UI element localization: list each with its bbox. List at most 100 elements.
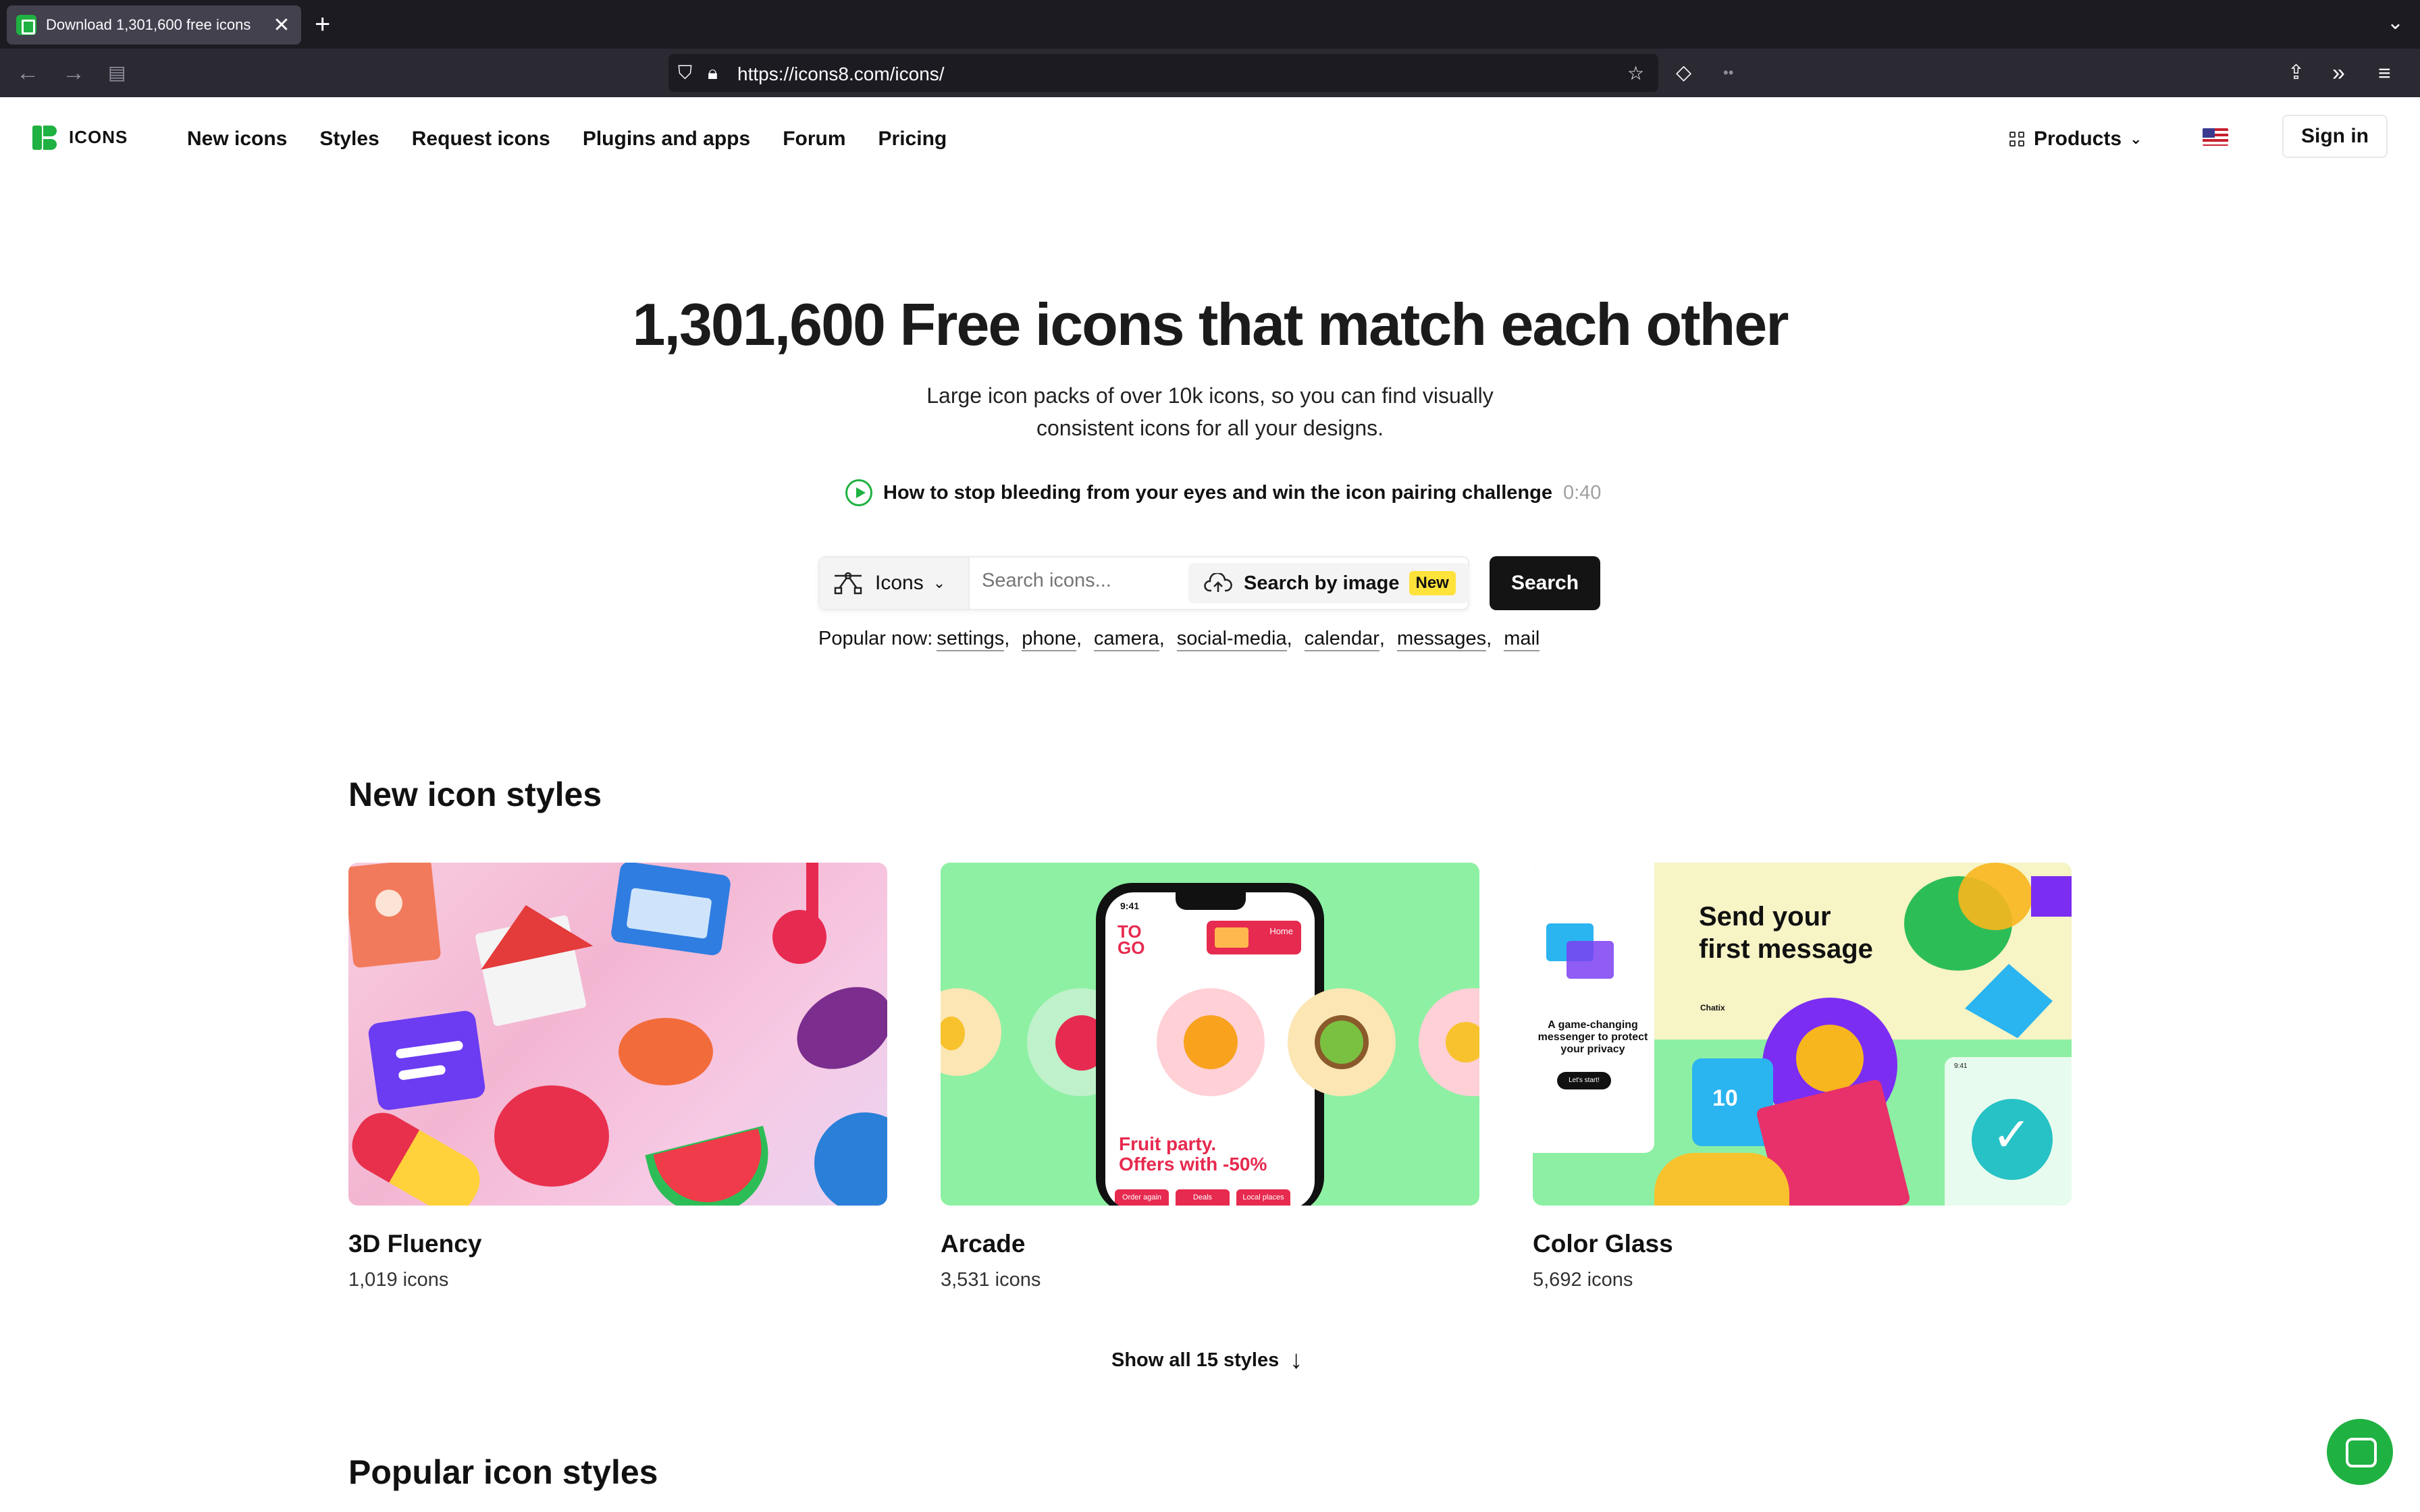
envelope-icon [2031,876,2072,917]
menu-styles[interactable]: Styles [319,126,379,153]
search-by-image-label: Search by image [1244,572,1400,594]
order-again-button: Order again [1115,1189,1169,1206]
style-preview-arcade[interactable]: 9:41 TO GO Home Fruit party. Offers with… [941,863,1479,1206]
vector-pen-icon [834,572,862,595]
search-box: Icons ⌄ Search by image New [818,556,1469,610]
chat-message-icon [367,1009,487,1112]
togo-logo: TO GO [1117,921,1145,958]
style-preview-3d-fluency[interactable] [348,863,887,1206]
style-card-arcade[interactable]: 9:41 TO GO Home Fruit party. Offers with… [941,863,1479,1291]
menu-new-icons[interactable]: New icons [187,126,287,153]
bookmark-star-icon[interactable]: ☆ [1627,62,1644,84]
eggplant-icon [782,970,887,1086]
popular-tag-calendar[interactable]: calendar [1304,628,1379,651]
style-preview-color-glass[interactable]: A game-changing messenger to protect you… [1533,863,2072,1206]
style-name[interactable]: 3D Fluency [348,1230,887,1258]
sign-in-button[interactable]: Sign in [2282,115,2388,158]
style-name[interactable]: Arcade [941,1230,1479,1258]
show-all-styles-link[interactable]: Show all 15 styles ↓ [1111,1346,1303,1375]
style-card-color-glass[interactable]: A game-changing messenger to protect you… [1533,863,2072,1291]
list-tabs-icon[interactable]: ⌄ [2387,11,2404,34]
popular-icon-styles-title: Popular icon styles [348,1453,658,1491]
video-title: How to stop bleeding from your eyes and … [883,481,1552,504]
us-flag-icon[interactable] [2203,128,2228,146]
reader-view-icon[interactable]: ▤ [108,58,126,88]
overflow-icon[interactable]: » [2332,58,2345,88]
style-card-3d-fluency[interactable]: 3D Fluency 1,019 icons [348,863,887,1291]
products-dropdown[interactable]: Products ⌄ [2009,126,2142,153]
search-by-image-button[interactable]: Search by image New [1188,563,1469,603]
lets-start-button: Let's start! [1557,1072,1611,1089]
search-button[interactable]: Search [1490,556,1600,610]
home-label: Home [1269,926,1293,936]
pill-icon [348,1103,490,1206]
delivery-truck-icon [1215,927,1248,948]
chat-support-button[interactable] [2327,1419,2393,1485]
menu-request-icons[interactable]: Request icons [412,126,550,153]
video-duration: 0:40 [1562,481,1602,504]
icons8-logo-icon[interactable] [32,126,57,150]
asset-type-select[interactable]: Icons ⌄ [820,558,970,609]
menu-forum[interactable]: Forum [783,126,845,153]
new-tab-button[interactable]: + [315,8,330,40]
popular-tag-mail[interactable]: mail [1504,628,1540,651]
popular-tag-social-media[interactable]: social-media [1176,628,1287,651]
logo-text[interactable]: ICONS [69,127,128,148]
checkmark-icon: ✓ [1992,1108,2032,1161]
hero-subtitle: Large icon packs of over 10k icons, so y… [926,383,1494,440]
pocket-icon[interactable]: ◇ [1676,58,1691,88]
chatix-brand: Chatix [1700,1003,1725,1013]
local-places-button: Local places [1236,1189,1290,1206]
video-link[interactable]: How to stop bleeding from your eyes and … [845,479,1601,506]
style-count: 3,531 icons [941,1269,1041,1291]
show-all-label: Show all 15 styles [1111,1349,1280,1371]
main-menu: New icons Styles Request icons Plugins a… [187,126,979,153]
music-note-icon [772,910,826,964]
icons8-favicon-icon [16,15,36,35]
menu-pricing[interactable]: Pricing [878,126,947,153]
shield-icon[interactable]: ⛉ [678,62,692,84]
popular-tag-camera[interactable]: camera [1094,628,1159,651]
popular-tags: Popular now: settings, phone, camera, so… [818,628,1540,651]
chevron-down-icon: ⌄ [932,574,946,591]
glass-tagline: A game-changing messenger to protect you… [1537,1019,1648,1055]
new-icon-styles-title: New icon styles [348,776,602,813]
address-bar[interactable]: ⛉ 🔒︎ https://icons8.com/icons/ ☆ [668,54,1658,92]
popular-tag-messages[interactable]: messages [1396,628,1487,651]
promo-text: Fruit party. Offers with -50% [1119,1133,1267,1174]
browser-tab-bar: Download 1,301,600 free icons ✕ + ⌄ [0,0,2420,49]
globe-icon [814,1112,887,1206]
tab-close-icon[interactable]: ✕ [271,14,292,37]
browser-nav-bar: ← → ▤ ⛉ 🔒︎ https://icons8.com/icons/ ☆ ◇… [0,49,2420,97]
menu-icon[interactable]: ≡ [2378,58,2391,88]
popular-tag-phone[interactable]: phone [1022,628,1076,651]
grid-icon [2009,132,2024,146]
app-screen-left [1533,863,1654,1153]
popular-label: Popular now: [818,628,933,649]
hero-title: 1,301,600 Free icons that match each oth… [632,291,1789,358]
browser-tab[interactable]: Download 1,301,600 free icons ✕ [7,5,301,45]
contacts-book-icon [348,863,442,969]
menu-plugins-and-apps[interactable]: Plugins and apps [583,126,750,153]
share-icon[interactable]: ⇪ [2288,58,2305,88]
chevron-down-icon: ⌄ [2130,130,2142,147]
deals-button: Deals [1176,1189,1230,1206]
url-text[interactable]: https://icons8.com/icons/ [737,63,945,85]
arrow-down-icon: ↓ [1290,1346,1303,1374]
asset-type-label: Icons [875,572,924,594]
style-name[interactable]: Color Glass [1533,1230,2072,1258]
play-icon [845,479,872,506]
piggy-bank-icon [494,1085,609,1187]
back-icon[interactable]: ← [16,58,39,88]
new-badge: New [1409,571,1456,595]
extension-icon[interactable]: •• [1723,58,1733,88]
lock-icon[interactable]: 🔒︎ [708,62,718,84]
forward-icon[interactable]: → [62,58,85,88]
cloud-upload-icon [1204,573,1232,592]
search-input[interactable] [982,570,1184,592]
glass-headline: Send your first message [1699,902,1873,964]
site-header: ICONS New icons Styles Request icons Plu… [0,97,2420,178]
status-time: 9:41 [1120,900,1140,911]
popular-tag-settings[interactable]: settings [937,628,1005,651]
style-count: 5,692 icons [1533,1269,1633,1291]
